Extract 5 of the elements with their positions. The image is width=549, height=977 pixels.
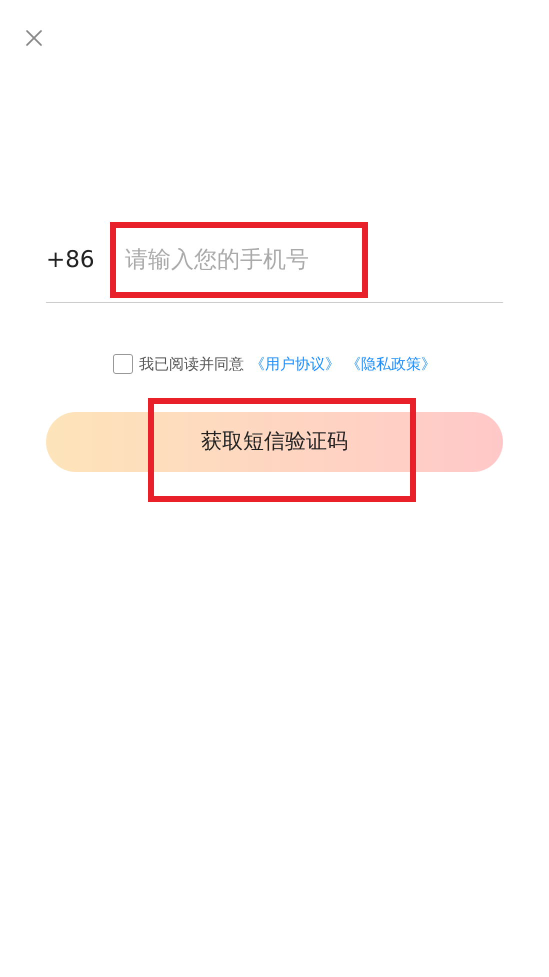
phone-input-field[interactable]: 请输入您的手机号 — [110, 222, 368, 298]
get-code-button[interactable]: 获取短信验证码 — [46, 412, 503, 472]
agreement-text: 我已阅读并同意 — [139, 354, 244, 375]
country-code[interactable]: +86 — [46, 242, 110, 278]
agreement-checkbox[interactable] — [113, 354, 133, 374]
